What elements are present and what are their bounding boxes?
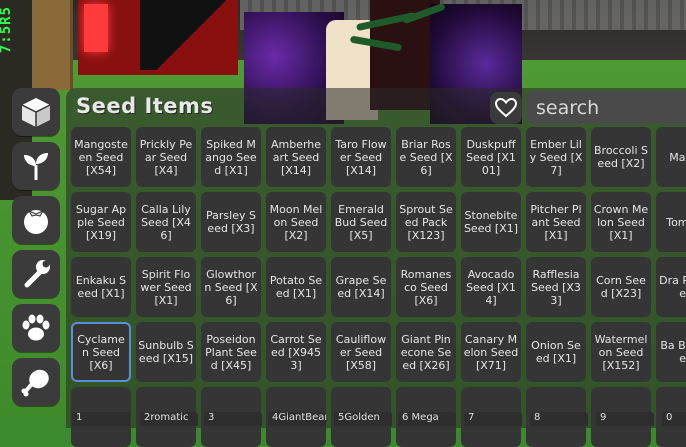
heart-icon: [495, 98, 517, 118]
seed-item-cell[interactable]: Spiked Mango Seed [X1]: [201, 127, 261, 187]
seed-item-cell[interactable]: Romanesco Seed [X6]: [396, 257, 456, 317]
seed-item-cell[interactable]: Carrot Seed [X9453]: [266, 322, 326, 382]
seeds-category-button[interactable]: [12, 88, 60, 136]
seed-item-cell[interactable]: Mangosteen Seed [X54]: [71, 127, 131, 187]
hotbar-slot[interactable]: 3: [204, 412, 262, 426]
cube-icon: [21, 98, 51, 127]
seed-item-cell[interactable]: Cauliflower Seed [X58]: [331, 322, 391, 382]
seed-item-cell[interactable]: Emerald Bud Seed [X5]: [331, 192, 391, 252]
food-category-button[interactable]: [12, 358, 60, 406]
hotbar: 1 2romatic 3 4GiantBean 5Golden 6 Mega 7 8 9 0: [72, 412, 686, 426]
seed-item-cell[interactable]: Ember Lily Seed [X7]: [526, 127, 586, 187]
seed-item-cell[interactable]: Moon Melon Seed [X2]: [266, 192, 326, 252]
seed-item-cell[interactable]: Watermelon Seed [X152]: [591, 322, 651, 382]
seed-item-cell[interactable]: Amberheart Seed [X14]: [266, 127, 326, 187]
seed-item-cell[interactable]: Ba Blos See: [656, 322, 686, 382]
tools-category-button[interactable]: [12, 250, 60, 298]
seed-item-cell[interactable]: Enkaku Seed [X1]: [71, 257, 131, 317]
search-input[interactable]: [526, 91, 686, 124]
seed-item-cell[interactable]: Canary Melon Seed [X71]: [461, 322, 521, 382]
seed-item-cell[interactable]: Ma Se: [656, 127, 686, 187]
seed-item-cell[interactable]: Grape Seed [X14]: [331, 257, 391, 317]
seed-item-cell[interactable]: Broccoli Seed [X2]: [591, 127, 651, 187]
hotbar-slot[interactable]: 2romatic: [140, 412, 198, 426]
seed-item-cell[interactable]: Calla Lily Seed [X46]: [136, 192, 196, 252]
seed-item-cell[interactable]: Sunbulb Seed [X15]: [136, 322, 196, 382]
seed-item-cell[interactable]: Spirit Flower Seed [X1]: [136, 257, 196, 317]
favorites-button[interactable]: [490, 92, 522, 124]
hotbar-slot[interactable]: 9: [596, 412, 654, 426]
red-light: [84, 4, 108, 52]
seed-item-cell[interactable]: Corn Seed [X23]: [591, 257, 651, 317]
wrench-icon: [24, 260, 50, 288]
seed-item-cell[interactable]: Prickly Pear Seed [X4]: [136, 127, 196, 187]
sprout-icon: [24, 153, 48, 180]
seed-item-cell[interactable]: Rafflesia Seed [X33]: [526, 257, 586, 317]
hotbar-slot[interactable]: 0: [662, 412, 686, 426]
seed-item-cell[interactable]: Tom Se: [656, 192, 686, 252]
sign-text: 7:5R5: [0, 6, 14, 54]
dark-shape: [140, 0, 260, 70]
drumstick-icon: [21, 369, 49, 397]
pets-category-button[interactable]: [12, 304, 60, 352]
seed-item-cell[interactable]: Pitcher Plant Seed [X1]: [526, 192, 586, 252]
paw-icon: [22, 314, 50, 341]
plants-category-button[interactable]: [12, 142, 60, 190]
seed-item-cell[interactable]: Cyclamen Seed [X6]: [71, 322, 131, 382]
seed-item-cell[interactable]: Crown Melon Seed [X1]: [591, 192, 651, 252]
seed-item-cell[interactable]: Glowthorn Seed [X6]: [201, 257, 261, 317]
hotbar-slot[interactable]: 1: [72, 412, 130, 426]
hotbar-slot[interactable]: 5Golden: [334, 412, 392, 426]
tomato-icon: [24, 209, 48, 234]
seed-item-cell[interactable]: Sugar Apple Seed [X19]: [71, 192, 131, 252]
category-sidebar: [12, 88, 62, 412]
seed-item-cell[interactable]: Taro Flower Seed [X14]: [331, 127, 391, 187]
hotbar-slot[interactable]: 6 Mega: [398, 412, 456, 426]
seed-item-cell[interactable]: Duskpuff Seed [X101]: [461, 127, 521, 187]
crops-category-button[interactable]: [12, 196, 60, 244]
seed-item-cell[interactable]: Poseidon Plant Seed [X45]: [201, 322, 261, 382]
seed-item-cell[interactable]: Avocado Seed [X14]: [461, 257, 521, 317]
hotbar-slot[interactable]: 7: [464, 412, 522, 426]
seed-item-cell[interactable]: Briar Rose Seed [X6]: [396, 127, 456, 187]
hotbar-slot[interactable]: 4GiantBean: [268, 412, 326, 426]
seed-item-cell[interactable]: Stonebite Seed [X1]: [461, 192, 521, 252]
wooden-post: [30, 0, 73, 90]
hotbar-slot[interactable]: 8: [530, 412, 588, 426]
seed-item-cell[interactable]: Dra Pep See: [656, 257, 686, 317]
seed-item-cell[interactable]: Onion Seed [X1]: [526, 322, 586, 382]
seed-item-cell[interactable]: Giant Pinecone Seed [X26]: [396, 322, 456, 382]
seed-item-cell[interactable]: Potato Seed [X1]: [266, 257, 326, 317]
seed-item-cell[interactable]: Sprout Seed Pack [X123]: [396, 192, 456, 252]
seed-item-cell[interactable]: Parsley Seed [X3]: [201, 192, 261, 252]
panel-title: Seed Items: [76, 94, 214, 118]
